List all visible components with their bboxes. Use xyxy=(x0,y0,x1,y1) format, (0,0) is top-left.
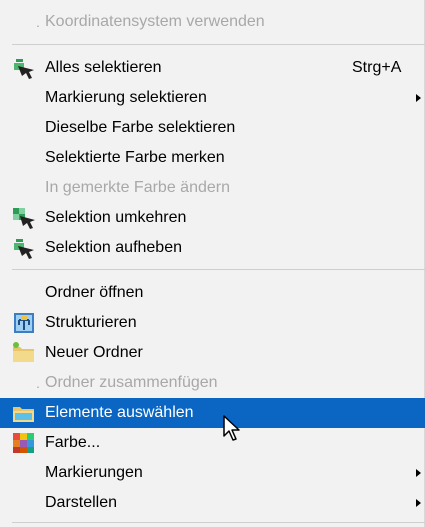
new-folder-icon xyxy=(12,341,38,365)
menu-item-label: Dieselbe Farbe selektieren xyxy=(45,119,236,136)
shortcut-label: Strg+A xyxy=(352,59,402,76)
menu-item-farbe[interactable]: Farbe... xyxy=(0,428,425,458)
menu-item-darstellen[interactable]: Darstellen xyxy=(0,488,425,518)
menu-item-label: Selektierte Farbe merken xyxy=(45,149,225,166)
menu-separator xyxy=(12,269,425,270)
menu-item-elemente-auswaehlen[interactable]: Elemente auswählen xyxy=(0,398,425,428)
menu-item-label: Farbe... xyxy=(45,434,101,451)
mouse-pointer-icon xyxy=(222,414,246,444)
menu-item-neuer-ordner[interactable]: Neuer Ordner xyxy=(0,338,425,368)
menu-item-label: Markierungen xyxy=(45,464,143,481)
menu-item-alles-selektieren[interactable]: Alles selektieren Strg+A xyxy=(0,53,425,83)
color-palette-icon xyxy=(12,431,38,455)
menu-item-label: Koordinatensystem verwenden xyxy=(45,13,265,30)
menu-item-markierung-selektieren[interactable]: Markierung selektieren xyxy=(0,83,425,113)
structure-icon xyxy=(12,311,38,335)
submenu-arrow-icon xyxy=(416,94,421,102)
invert-selection-icon xyxy=(12,206,38,230)
menu-item-label: Ordner öffnen xyxy=(45,284,144,301)
menu-item-label: Strukturieren xyxy=(45,314,137,331)
menu-item-koordinatensystem: . Koordinatensystem verwenden xyxy=(0,7,425,37)
menu-item-ordner-zusammenfuegen: . Ordner zusammenfügen xyxy=(0,368,425,398)
menu-separator xyxy=(12,44,425,45)
disabled-dot-icon: . xyxy=(36,14,40,30)
submenu-arrow-icon xyxy=(416,499,421,507)
menu-item-gemerkte-farbe: In gemerkte Farbe ändern xyxy=(0,173,425,203)
menu-item-markierungen[interactable]: Markierungen xyxy=(0,458,425,488)
menu-item-label: Darstellen xyxy=(45,494,118,511)
select-elements-folder-icon xyxy=(12,401,38,425)
menu-item-dieselbe-farbe[interactable]: Dieselbe Farbe selektieren xyxy=(0,113,425,143)
menu-item-label: Markierung selektieren xyxy=(45,89,207,106)
menu-item-label: Selektion umkehren xyxy=(45,209,187,226)
disabled-dot-icon: . xyxy=(36,375,40,391)
menu-item-label: In gemerkte Farbe ändern xyxy=(45,179,230,196)
context-menu: . Koordinatensystem verwenden Alles sele… xyxy=(0,0,425,527)
menu-item-label: Selektion aufheben xyxy=(45,239,182,256)
submenu-arrow-icon xyxy=(416,469,421,477)
menu-item-ordner-oeffnen[interactable]: Ordner öffnen xyxy=(0,278,425,308)
menu-separator xyxy=(12,522,425,523)
select-all-icon xyxy=(12,56,38,80)
menu-item-label: Elemente auswählen xyxy=(45,404,194,421)
menu-item-selektion-umkehren[interactable]: Selektion umkehren xyxy=(0,203,425,233)
menu-item-label: Ordner zusammenfügen xyxy=(45,374,218,391)
menu-item-selektion-aufheben[interactable]: Selektion aufheben xyxy=(0,233,425,263)
menu-item-label: Neuer Ordner xyxy=(45,344,143,361)
clear-selection-icon xyxy=(12,236,38,260)
menu-item-strukturieren[interactable]: Strukturieren xyxy=(0,308,425,338)
menu-item-label: Alles selektieren xyxy=(45,59,162,76)
menu-item-farbe-merken[interactable]: Selektierte Farbe merken xyxy=(0,143,425,173)
